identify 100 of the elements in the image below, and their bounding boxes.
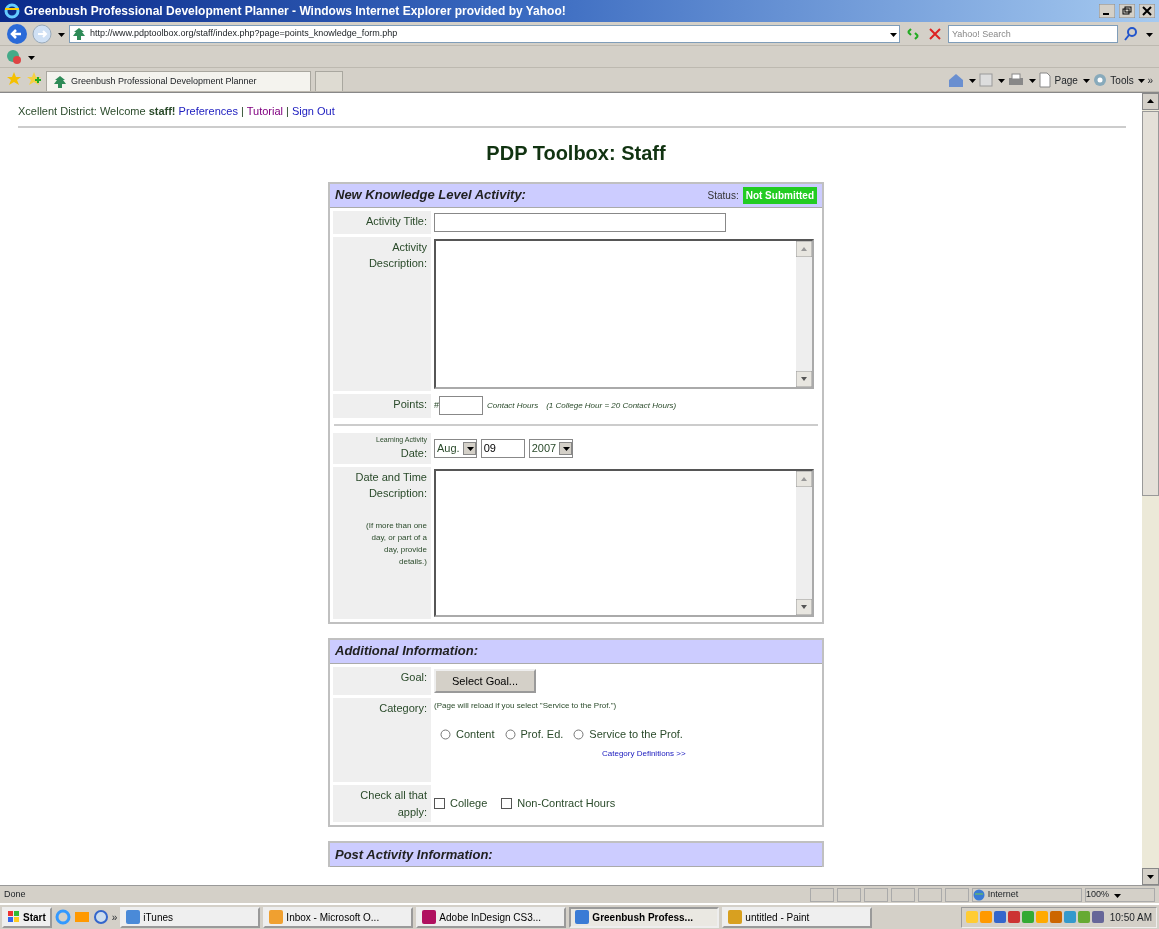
tray-icon[interactable] bbox=[1063, 911, 1076, 923]
option-label: Prof. Ed. bbox=[520, 727, 564, 742]
scroll-down-icon[interactable] bbox=[1142, 868, 1159, 885]
status-panel bbox=[864, 887, 888, 902]
radio-button[interactable] bbox=[504, 728, 516, 740]
site-icon bbox=[72, 26, 86, 41]
field-label: Date and Time Description: bbox=[354, 469, 427, 501]
tray-icon[interactable] bbox=[1091, 911, 1104, 923]
restore-button[interactable] bbox=[1119, 4, 1135, 18]
status-panel bbox=[891, 887, 915, 902]
welcome-text: Welcome staff! bbox=[99, 105, 176, 117]
site-icon bbox=[53, 74, 67, 89]
hash-label: # bbox=[434, 398, 439, 412]
scroll-up-icon[interactable] bbox=[1142, 93, 1159, 110]
district-label: Xcellent District: bbox=[18, 105, 98, 117]
scroll-down-icon[interactable] bbox=[796, 598, 812, 615]
scroll-thumb[interactable] bbox=[1142, 111, 1159, 496]
radio-button[interactable] bbox=[573, 728, 585, 740]
taskbar-button[interactable]: Greenbush Profess... bbox=[569, 906, 720, 928]
unit-label: Contact Hours bbox=[487, 399, 539, 412]
status-badge: Not Submitted bbox=[742, 186, 817, 204]
month-select[interactable]: Aug. bbox=[434, 438, 477, 458]
tray-icon[interactable] bbox=[993, 911, 1006, 923]
separator: | bbox=[286, 105, 289, 117]
add-favorite-icon[interactable] bbox=[26, 71, 42, 87]
browser-launch-icon[interactable] bbox=[54, 909, 71, 925]
scroll-down-icon[interactable] bbox=[796, 370, 812, 387]
app-icon bbox=[126, 910, 141, 924]
tools-menu[interactable]: Tools bbox=[1091, 72, 1146, 88]
status-panel bbox=[810, 887, 834, 902]
option-label: Service to the Prof. bbox=[589, 727, 683, 742]
taskbar-button[interactable]: Adobe InDesign CS3... bbox=[416, 906, 567, 928]
option-label: College bbox=[450, 796, 488, 812]
tray-icon[interactable] bbox=[1077, 911, 1090, 923]
option-label: Content bbox=[456, 727, 495, 742]
more-chevron[interactable]: » bbox=[111, 909, 118, 925]
start-button[interactable]: Start bbox=[2, 906, 52, 928]
address-field[interactable]: http://www.pdptoolbox.org/staff/index.php?page=points_knowledge_form.php bbox=[69, 24, 900, 43]
app-icon bbox=[422, 910, 437, 924]
taskbar-button[interactable]: Inbox - Microsoft O... bbox=[263, 906, 414, 928]
panel-title: New Knowledge Level Activity: bbox=[335, 186, 526, 205]
gear-icon bbox=[1091, 72, 1108, 88]
scrollbar[interactable] bbox=[796, 470, 812, 615]
hint-text: (If more than one day, or part of a day, provide details.) bbox=[365, 519, 427, 568]
back-button[interactable] bbox=[6, 22, 28, 45]
close-button[interactable] bbox=[1139, 4, 1155, 18]
scroll-up-icon[interactable] bbox=[796, 470, 812, 487]
status-label: Status: bbox=[707, 188, 739, 203]
zoom-control[interactable]: 100% bbox=[1085, 887, 1155, 902]
tray-icon[interactable] bbox=[1049, 911, 1062, 923]
option-label: Non-Contract Hours bbox=[517, 796, 616, 812]
search-icon[interactable] bbox=[1122, 24, 1140, 43]
app-icon bbox=[269, 910, 284, 924]
page-icon bbox=[1037, 72, 1052, 88]
radio-button[interactable] bbox=[440, 728, 451, 740]
minimize-button[interactable] bbox=[1099, 4, 1115, 18]
checkbox[interactable] bbox=[434, 798, 445, 809]
input-field[interactable] bbox=[439, 396, 483, 415]
nav-link[interactable]: Sign Out bbox=[291, 105, 335, 117]
status-panel bbox=[837, 887, 861, 902]
status-text: Done bbox=[4, 887, 27, 901]
panel-title: Post Activity Information: bbox=[335, 845, 493, 864]
field-label: Activity Title: bbox=[333, 210, 431, 234]
app-icon bbox=[728, 910, 743, 924]
taskbar-button[interactable]: iTunes bbox=[120, 906, 261, 928]
clock: 10:50 AM bbox=[1109, 910, 1152, 925]
field-label: Points: bbox=[333, 393, 431, 418]
hint-text: (Page will reload if you select "Service to the Prof.") bbox=[434, 700, 617, 712]
page-menu[interactable]: Page bbox=[1037, 72, 1090, 88]
year-select[interactable]: 2007 bbox=[528, 438, 574, 458]
nav-link[interactable]: Tutorial bbox=[246, 105, 284, 117]
scroll-up-icon[interactable] bbox=[796, 240, 812, 257]
page-heading: PDP Toolbox: Staff bbox=[485, 140, 667, 166]
scrollbar[interactable] bbox=[796, 240, 812, 387]
favorites-star-icon[interactable] bbox=[6, 71, 22, 87]
nav-link[interactable]: Preferences bbox=[178, 105, 238, 117]
scrollbar[interactable] bbox=[1142, 93, 1159, 885]
separator: | bbox=[240, 105, 244, 117]
taskbar-button[interactable]: untitled - Paint bbox=[722, 906, 873, 928]
browser-launch-icon[interactable] bbox=[92, 909, 109, 925]
tray-icon[interactable] bbox=[1007, 911, 1020, 923]
more-chevron[interactable]: » bbox=[1147, 72, 1153, 88]
checkbox[interactable] bbox=[501, 798, 513, 809]
day-field[interactable]: 09 bbox=[480, 438, 525, 458]
browser-logo-icon bbox=[4, 3, 20, 19]
browser-tab[interactable]: Greenbush Professional Development Planner bbox=[46, 71, 311, 91]
search-field[interactable]: Yahoo! Search bbox=[948, 24, 1118, 43]
field-label: Activity Description: bbox=[333, 236, 431, 391]
select-goal-button[interactable]: Select Goal... bbox=[434, 668, 537, 693]
definitions-link[interactable]: Category Definitions >> bbox=[602, 748, 686, 761]
tray-icon[interactable] bbox=[1021, 911, 1034, 923]
field-label: Category: bbox=[333, 698, 431, 782]
globe-icon bbox=[973, 888, 985, 901]
status-panel bbox=[945, 887, 969, 902]
input-field[interactable] bbox=[434, 212, 726, 232]
field-label: Check all that apply: bbox=[333, 785, 431, 822]
field-label: Goal: bbox=[333, 666, 431, 695]
url-text: http://www.pdptoolbox.org/staff/index.php?page=points_knowledge_form.php bbox=[90, 26, 399, 40]
field-label: Date: bbox=[399, 446, 427, 461]
status-panel bbox=[918, 887, 942, 902]
